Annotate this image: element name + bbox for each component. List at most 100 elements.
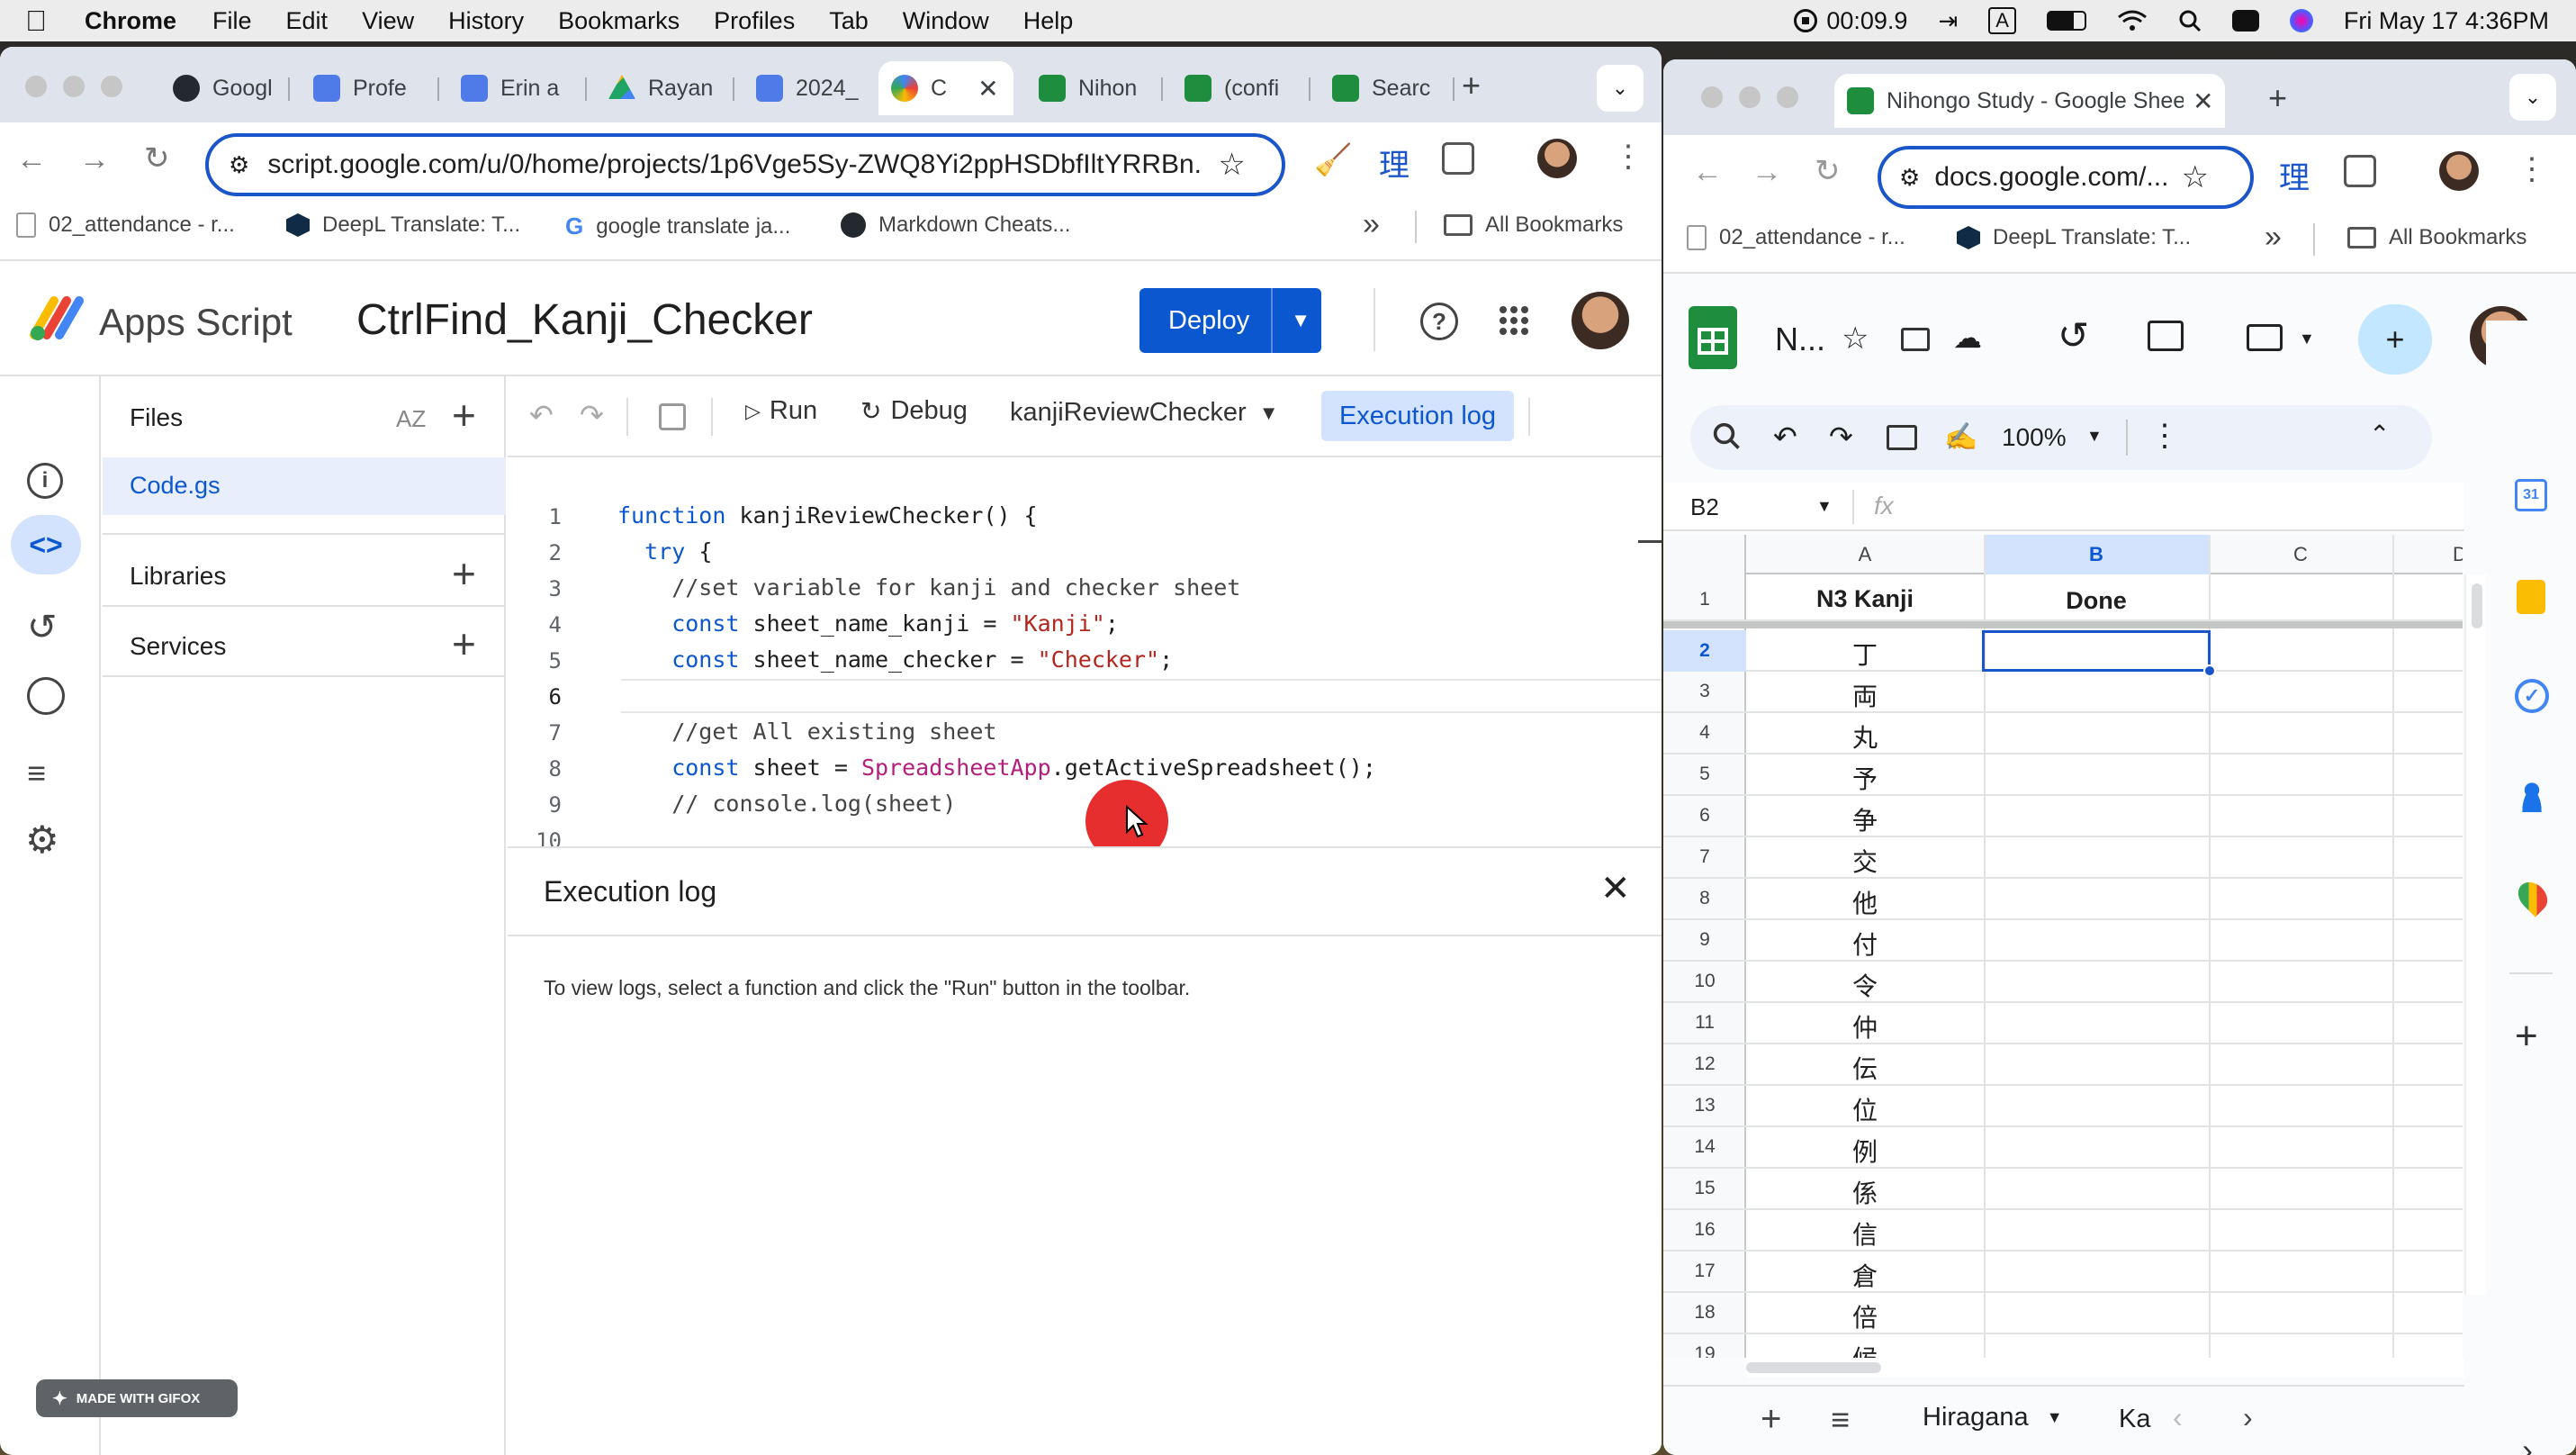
row-header[interactable]: 17	[1663, 1261, 1746, 1282]
kanji-cell[interactable]: 信	[1746, 1216, 1984, 1252]
site-info-icon[interactable]: ⚙	[229, 151, 249, 179]
kanji-cell[interactable]: 争	[1746, 801, 1984, 837]
print-icon[interactable]	[1887, 425, 1917, 450]
row-header-1[interactable]: 1	[1663, 589, 1746, 610]
bookmark-markdown[interactable]: Markdown Cheats...	[841, 212, 1070, 238]
horizontal-scrollbar[interactable]	[1746, 1358, 2464, 1378]
tab-google[interactable]: Googl	[160, 61, 277, 115]
tab-close-icon[interactable]: ✕	[977, 74, 998, 104]
tab-rayan[interactable]: Rayan	[596, 61, 722, 115]
bookmark-deepl[interactable]: DeepL Translate: T...	[286, 212, 520, 238]
share-add-person-icon[interactable]: +	[2358, 304, 2432, 375]
sheet-tab-ka[interactable]: Ka	[2119, 1405, 2150, 1434]
bookmark-star-icon[interactable]: ☆	[1218, 147, 1245, 183]
row-header[interactable]: 3	[1663, 681, 1746, 702]
services-label[interactable]: Services	[130, 632, 226, 661]
executions-history-icon[interactable]: ↺	[27, 607, 58, 648]
wifi-icon[interactable]	[2117, 9, 2148, 32]
add-service-icon[interactable]: +	[452, 619, 476, 668]
tab-search[interactable]: Searc	[1320, 61, 1446, 115]
new-tab-icon[interactable]: +	[2268, 79, 2287, 117]
undo-icon[interactable]: ↶	[1773, 420, 1797, 454]
new-tab-icon[interactable]: +	[1462, 67, 1481, 104]
row-header[interactable]: 10	[1663, 971, 1746, 992]
column-header-c[interactable]: C	[2209, 535, 2392, 574]
all-bookmarks-folder[interactable]: All Bookmarks	[1444, 212, 1623, 238]
row-header[interactable]: 9	[1663, 929, 1746, 951]
project-title[interactable]: CtrlFind_Kanji_Checker	[356, 295, 813, 345]
document-title[interactable]: N...	[1775, 321, 1825, 358]
vertical-scrollbar[interactable]	[2464, 574, 2486, 1295]
row-header[interactable]: 8	[1663, 888, 1746, 909]
scroll-tabs-left-icon[interactable]: ‹	[2173, 1401, 2183, 1434]
kanji-cell[interactable]: 位	[1746, 1091, 1984, 1127]
maps-icon[interactable]	[2512, 876, 2553, 917]
tab-close-icon[interactable]: ✕	[2193, 86, 2213, 116]
header-cell-n3-kanji[interactable]: N3 Kanji	[1746, 585, 1984, 613]
cloud-saved-icon[interactable]: ☁	[1953, 321, 1982, 355]
kanji-cell[interactable]: 倍	[1746, 1298, 1984, 1334]
keep-icon[interactable]	[2517, 580, 2545, 614]
sheets-logo-icon[interactable]	[1689, 306, 1737, 369]
column-header-b[interactable]: B	[1984, 535, 2209, 574]
frozen-row-divider[interactable]	[1663, 621, 2463, 628]
run-button[interactable]: ▷ Run	[745, 396, 817, 426]
deploy-dropdown-icon[interactable]: ▼	[1291, 309, 1311, 332]
close-window-button[interactable]	[1701, 86, 1723, 108]
scroll-tabs-right-icon[interactable]: ›	[2243, 1401, 2253, 1434]
menu-history[interactable]: History	[448, 7, 524, 35]
more-tools-icon[interactable]: ⋮	[2149, 418, 2180, 454]
column-header-d[interactable]: D	[2392, 535, 2463, 574]
menu-help[interactable]: Help	[1023, 7, 1074, 35]
tasks-icon[interactable]: ✓	[2515, 679, 2549, 713]
bookmark-deepl[interactable]: DeepL Translate: T...	[1957, 225, 2191, 250]
kanji-cell[interactable]: 候	[1746, 1340, 1984, 1358]
address-bar[interactable]: ⚙ docs.google.com/... ☆	[1878, 146, 2254, 209]
keyboard-a-icon[interactable]: A	[1988, 7, 2016, 34]
paint-format-icon[interactable]: ✍	[1944, 421, 1977, 453]
tab-nihongo-study-active[interactable]: Nihongo Study - Google Shee ✕	[1834, 74, 2225, 128]
get-addons-icon[interactable]: +	[2515, 1014, 2538, 1059]
menu-edit[interactable]: Edit	[286, 7, 329, 35]
kanji-cell[interactable]: 係	[1746, 1174, 1984, 1210]
add-file-icon[interactable]: +	[452, 391, 476, 439]
close-log-icon[interactable]: ✕	[1600, 868, 1631, 909]
site-info-icon[interactable]: ⚙	[1899, 164, 1920, 192]
row-header[interactable]: 18	[1663, 1302, 1746, 1324]
zoom-dropdown-icon[interactable]: ▼	[2086, 427, 2103, 446]
bookmark-star-icon[interactable]: ☆	[2181, 159, 2208, 195]
menubar-datetime[interactable]: Fri May 17 4:36PM	[2344, 7, 2549, 35]
input-source-icon[interactable]: ⇥	[1938, 7, 1958, 35]
tab-erin[interactable]: Erin a	[448, 61, 574, 115]
menu-file[interactable]: File	[212, 7, 252, 35]
debug-button[interactable]: ↻ Debug	[860, 396, 968, 426]
reload-icon[interactable]: ↻	[1815, 153, 1841, 189]
menu-profiles[interactable]: Profiles	[714, 7, 795, 35]
code-editor[interactable]: 1 2 3 4 5 6 7 8 9 10 function kanjiRevie…	[508, 459, 1662, 846]
overview-info-icon[interactable]: i	[27, 463, 63, 499]
execution-log-button[interactable]: Execution log	[1321, 391, 1514, 441]
spotlight-search-icon[interactable]	[2178, 9, 2202, 32]
tab-search-dropdown-icon[interactable]: ⌄	[2509, 74, 2556, 121]
triggers-alarm-icon[interactable]	[27, 677, 65, 715]
kanji-cell[interactable]: 付	[1746, 926, 1984, 962]
row-header[interactable]: 7	[1663, 846, 1746, 868]
profile-avatar[interactable]	[1537, 139, 1577, 178]
save-icon[interactable]	[659, 403, 686, 430]
account-avatar[interactable]	[1572, 292, 1629, 349]
kanji-cell[interactable]: 伝	[1746, 1050, 1984, 1086]
tab-search-dropdown-icon[interactable]: ⌄	[1597, 65, 1644, 112]
bookmark-google-translate[interactable]: Ggoogle translate ja...	[565, 212, 790, 240]
redo-icon[interactable]: ↷	[580, 398, 604, 432]
all-sheets-icon[interactable]: ≡	[1831, 1401, 1850, 1439]
search-menus-icon[interactable]	[1712, 421, 1741, 450]
row-header[interactable]: 12	[1663, 1053, 1746, 1075]
kanji-cell[interactable]: 丸	[1746, 718, 1984, 755]
tab-profe[interactable]: Profe	[301, 61, 427, 115]
tab-apps-script-active[interactable]: C ✕	[878, 61, 1013, 115]
battery-icon[interactable]	[2046, 11, 2086, 31]
add-sheet-icon[interactable]: +	[1761, 1399, 1781, 1440]
settings-gear-icon[interactable]: ⚙	[25, 818, 59, 862]
header-cell-done[interactable]: Done	[1984, 587, 2209, 615]
fill-handle[interactable]	[2203, 664, 2216, 677]
